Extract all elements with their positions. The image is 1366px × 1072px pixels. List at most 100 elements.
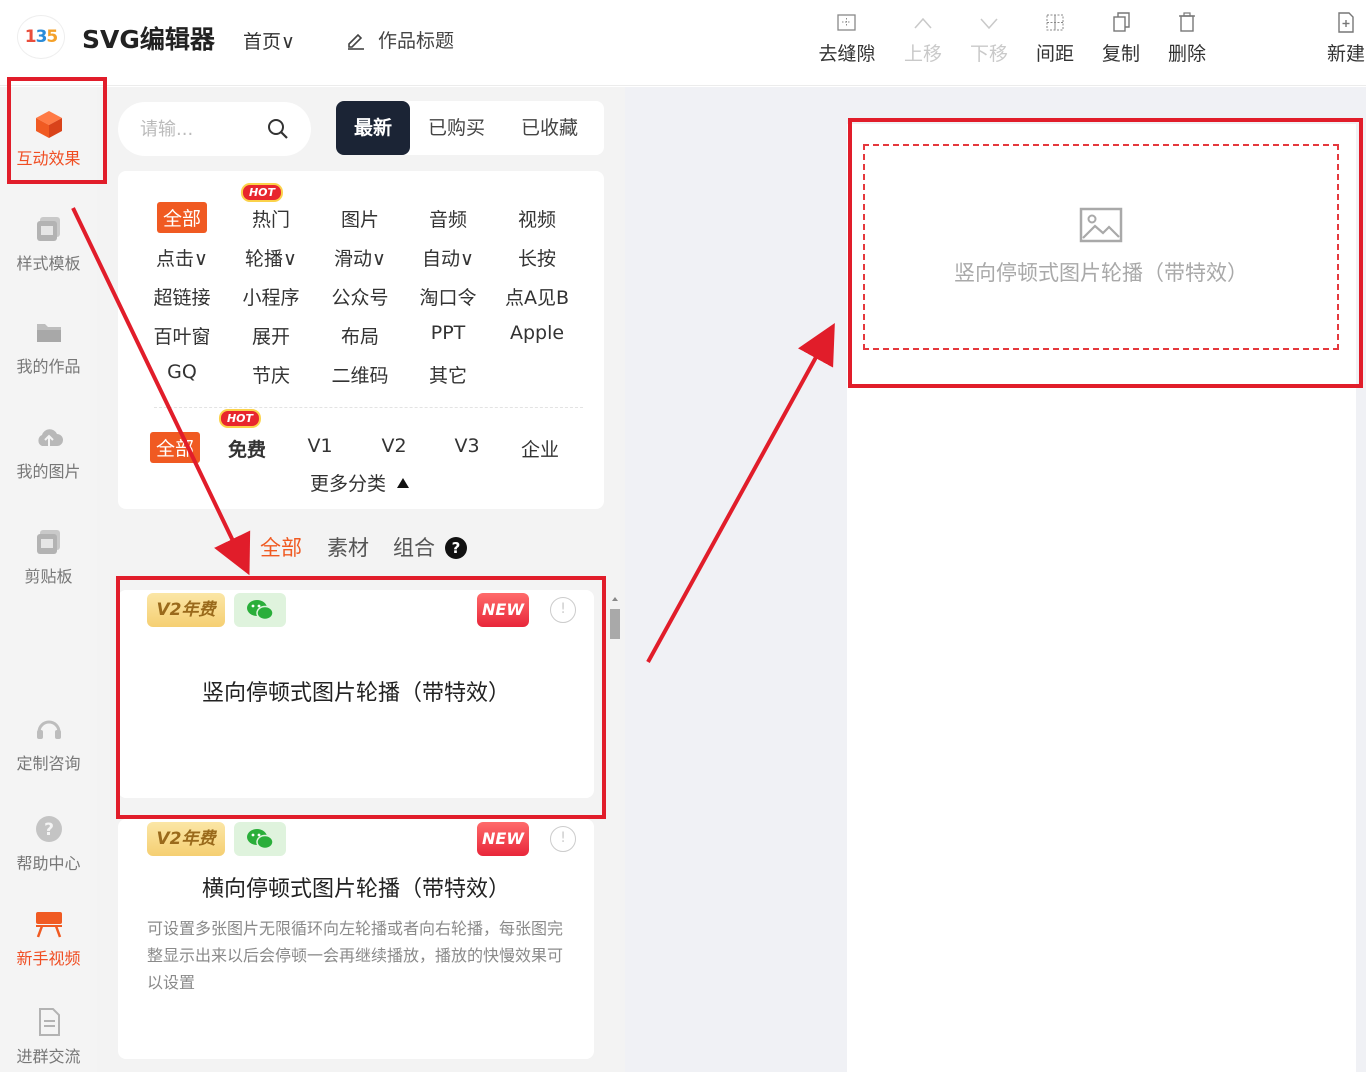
search-icon[interactable]: [267, 118, 289, 140]
category-taobao-code[interactable]: 淘口令: [419, 283, 476, 310]
search-box[interactable]: [118, 102, 311, 156]
category-festival[interactable]: 节庆: [252, 361, 290, 388]
move-up-button[interactable]: 上移: [891, 10, 955, 66]
canvas-component-placeholder[interactable]: 竖向停顿式图片轮播（带特效）: [863, 144, 1339, 350]
info-icon[interactable]: !: [550, 826, 576, 852]
category-video[interactable]: 视频: [518, 205, 556, 232]
category-mini-program[interactable]: 小程序: [242, 283, 299, 310]
category-hot[interactable]: 热门: [252, 205, 290, 232]
sidebar-item-label: 我的作品: [16, 357, 81, 376]
v2-annual-badge: V2年费: [147, 593, 225, 627]
component-panel: 最新 已购买 已收藏 HOT 全部 热门 图片 音频 视频 点击∨ 轮播∨ 滑动…: [97, 87, 625, 1072]
home-menu-dropdown[interactable]: 首页∨: [243, 27, 295, 54]
category-all[interactable]: 全部: [156, 202, 208, 233]
scroll-up-arrow[interactable]: [612, 597, 618, 601]
help-icon[interactable]: ?: [445, 537, 467, 559]
category-long-press[interactable]: 长按: [518, 244, 556, 271]
chevron-down-icon: [980, 18, 998, 30]
folder-icon: [36, 324, 61, 342]
sidebar-item-my-images[interactable]: 我的图片: [0, 422, 97, 482]
sidebar-item-tutorial-video[interactable]: 新手视频: [0, 909, 97, 969]
category-click-a-see-b[interactable]: 点A见B: [505, 283, 569, 310]
remove-gap-label: 去缝隙: [818, 43, 876, 65]
category-auto[interactable]: 自动∨: [422, 244, 474, 271]
version-enterprise[interactable]: 企业: [521, 435, 559, 462]
hot-badge: HOT: [240, 183, 284, 202]
more-categories-label: 更多分类: [309, 473, 387, 495]
card-title: 竖向停顿式图片轮播（带特效）: [201, 681, 510, 706]
new-label: 新建: [1326, 43, 1365, 65]
version-v3[interactable]: V3: [454, 435, 479, 457]
category-qr-code[interactable]: 二维码: [331, 361, 388, 388]
sidebar-item-my-works[interactable]: 我的作品: [0, 317, 97, 377]
tab-purchased[interactable]: 已购买: [410, 101, 503, 155]
new-badge: NEW: [477, 822, 529, 856]
headset-icon: [36, 720, 61, 739]
category-ppt[interactable]: PPT: [431, 322, 466, 344]
sidebar-item-label: 我的图片: [16, 462, 81, 481]
sidebar-item-interactive-effects[interactable]: 互动效果: [0, 109, 97, 169]
category-swipe[interactable]: 滑动∨: [334, 244, 386, 271]
component-card[interactable]: V2年费 NEW ! 竖向停顿式图片轮播（带特效）: [118, 590, 594, 798]
category-image[interactable]: 图片: [341, 205, 379, 232]
app-logo[interactable]: 135: [18, 16, 64, 58]
more-categories-toggle[interactable]: 更多分类: [310, 469, 410, 496]
category-other[interactable]: 其它: [429, 361, 467, 388]
video-icon: [35, 912, 62, 938]
category-expand[interactable]: 展开: [252, 322, 290, 349]
card-title: 横向停顿式图片轮播（带特效）: [201, 877, 510, 902]
version-free[interactable]: 免费: [228, 435, 266, 462]
work-title-editor[interactable]: 作品标题: [346, 26, 454, 53]
tab-favorites[interactable]: 已收藏: [503, 101, 596, 155]
wechat-icon: [234, 822, 286, 856]
version-all[interactable]: 全部: [149, 432, 201, 463]
category-layout[interactable]: 布局: [341, 322, 379, 349]
category-official-account[interactable]: 公众号: [331, 283, 388, 310]
panel-scrollbar[interactable]: [609, 592, 621, 1072]
search-input[interactable]: [140, 118, 250, 140]
sidebar-item-label: 剪贴板: [24, 567, 73, 586]
sidebar-item-label: 帮助中心: [16, 854, 81, 873]
category-apple[interactable]: Apple: [510, 322, 564, 344]
category-audio[interactable]: 音频: [429, 205, 467, 232]
remove-gap-button[interactable]: 去缝隙: [815, 10, 879, 66]
sidebar-item-label: 定制咨询: [16, 754, 81, 773]
move-down-button[interactable]: 下移: [957, 10, 1021, 66]
info-icon[interactable]: !: [550, 597, 576, 623]
editor-canvas[interactable]: 竖向停顿式图片轮播（带特效）: [847, 124, 1356, 1072]
sidebar-item-help-center[interactable]: ? 帮助中心: [0, 814, 97, 874]
sidebar-item-label: 样式模板: [16, 254, 81, 273]
spacing-grid-icon: [1046, 14, 1064, 31]
sidebar-item-custom-consult[interactable]: 定制咨询: [0, 714, 97, 774]
sidebar-item-templates[interactable]: 样式模板: [0, 214, 97, 274]
sidebar-item-join-group[interactable]: 进群交流: [0, 1007, 97, 1067]
new-button[interactable]: 新建: [1314, 10, 1366, 66]
copy-label: 复制: [1101, 43, 1140, 65]
spacing-button[interactable]: 间距: [1023, 10, 1087, 66]
copy-button[interactable]: 复制: [1089, 10, 1153, 66]
placeholder-title: 竖向停顿式图片轮播（带特效）: [954, 261, 1248, 285]
category-gq[interactable]: GQ: [167, 361, 197, 383]
filter-combination[interactable]: 组合: [393, 532, 435, 562]
version-v2[interactable]: V2: [381, 435, 406, 457]
image-icon: [1079, 207, 1123, 243]
sidebar-item-label: 互动效果: [16, 149, 81, 168]
component-card[interactable]: V2年费 NEW ! 横向停顿式图片轮播（带特效） 可设置多张图片无限循环向左轮…: [118, 819, 594, 1059]
tab-latest[interactable]: 最新: [336, 101, 411, 155]
category-click[interactable]: 点击∨: [156, 244, 208, 271]
spacing-label: 间距: [1035, 43, 1074, 65]
template-icon: [36, 217, 60, 241]
filter-all[interactable]: 全部: [260, 532, 302, 562]
category-blinds[interactable]: 百叶窗: [153, 322, 210, 349]
version-v1[interactable]: V1: [307, 435, 332, 457]
scroll-thumb[interactable]: [610, 609, 620, 639]
cloud-icon: [37, 429, 63, 446]
delete-button[interactable]: 删除: [1155, 10, 1219, 66]
filter-material[interactable]: 素材: [327, 532, 369, 562]
svg-text:?: ?: [44, 820, 54, 840]
type-filter: 全部 素材 组合 ?: [97, 532, 625, 566]
app-title: SVG编辑器: [82, 25, 215, 54]
category-carousel[interactable]: 轮播∨: [245, 244, 297, 271]
category-hyperlink[interactable]: 超链接: [153, 283, 210, 310]
sidebar-item-clipboard[interactable]: 剪贴板: [0, 527, 97, 587]
